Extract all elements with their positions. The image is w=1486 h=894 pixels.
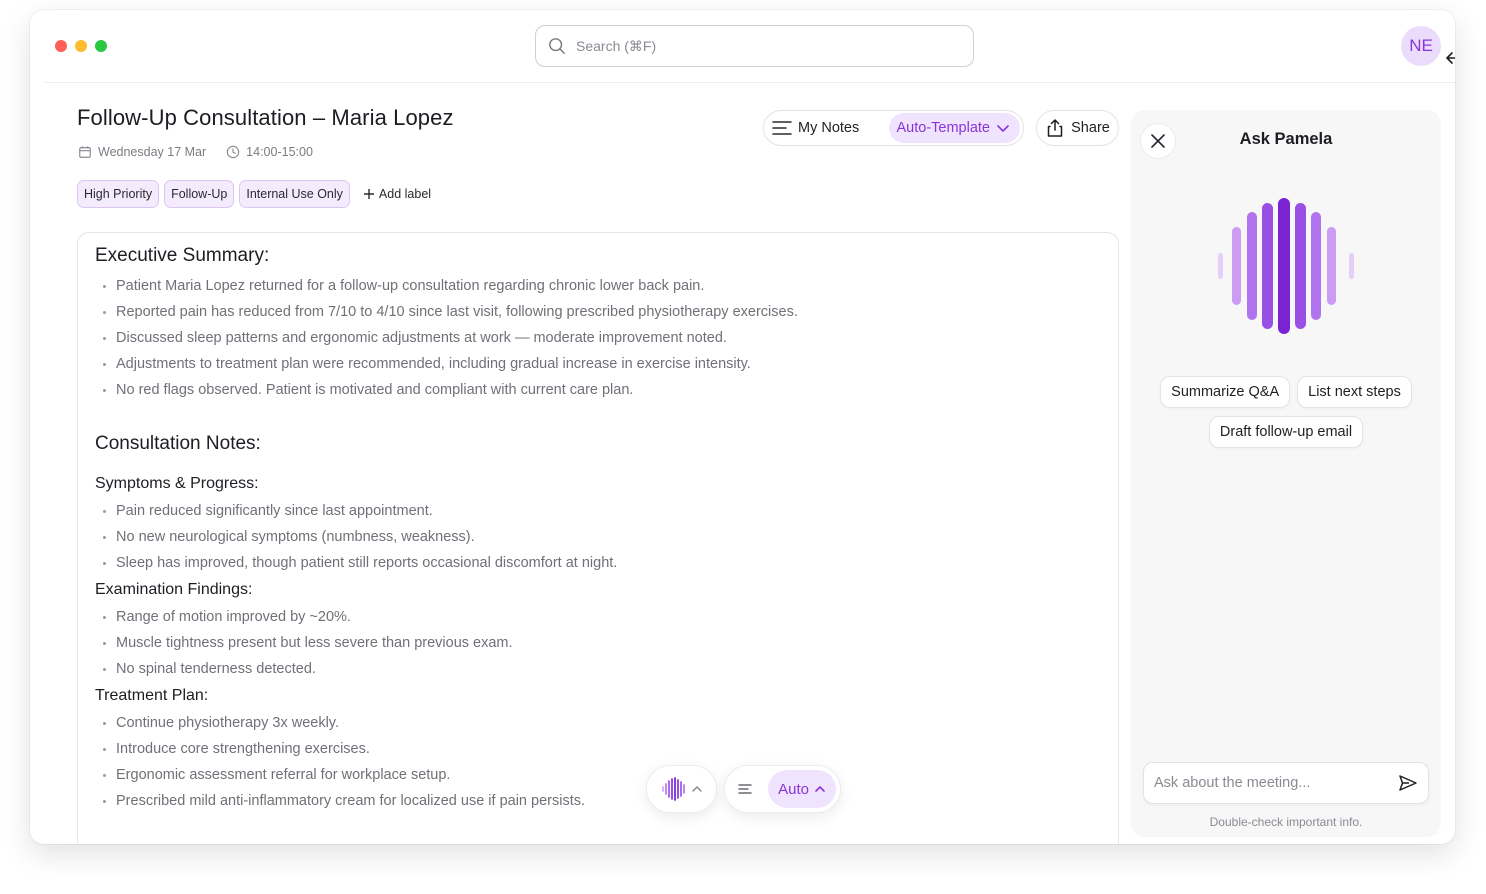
label-chip[interactable]: Follow-Up: [164, 180, 235, 208]
mode-label: Auto: [778, 780, 809, 798]
list-item: Sleep has improved, though patient still…: [95, 550, 1101, 576]
list-item: Adjustments to treatment plan were recom…: [95, 351, 1101, 377]
subsection-heading: Treatment Plan:: [95, 687, 209, 704]
chevron-up-icon: [691, 786, 702, 792]
chevron-up-icon: [815, 786, 825, 792]
window-controls: [55, 40, 107, 52]
subsection-heading: Symptoms & Progress:: [95, 475, 259, 492]
suggestion-chip[interactable]: Draft follow-up email: [1208, 416, 1364, 448]
label-chip[interactable]: Internal Use Only: [239, 180, 350, 208]
menu-lines-icon: [772, 121, 792, 135]
suggestion-chip[interactable]: Summarize Q&A: [1160, 376, 1291, 408]
list-item: No new neurological symptoms (numbness, …: [95, 524, 1101, 550]
list-item: Range of motion improved by ~20%.: [95, 604, 1101, 630]
list-item: Prescribed mild anti-inflammatory cream …: [95, 788, 1101, 814]
note-content[interactable]: Executive Summary: Patient Maria Lopez r…: [77, 232, 1119, 844]
list-item: No red flags observed. Patient is motiva…: [95, 377, 1101, 403]
list-item: Pain reduced significantly since last ap…: [95, 498, 1101, 524]
notes-template-switcher: My Notes Auto-Template: [763, 110, 1024, 146]
list-item: Discussed sleep patterns and ergonomic a…: [95, 325, 1101, 351]
send-icon[interactable]: [1398, 773, 1418, 793]
list-item: Introduce core strengthening exercises.: [95, 736, 1101, 762]
search-bar[interactable]: Search (⌘F): [535, 25, 974, 67]
assistant-panel: Ask Pamela Summarize Q&A List next steps…: [1131, 110, 1441, 837]
list-item: Continue physiotherapy 3x weekly.: [95, 710, 1101, 736]
ask-input[interactable]: [1154, 775, 1398, 791]
ask-input-container: [1143, 762, 1429, 804]
search-icon: [549, 38, 565, 54]
suggestion-chip[interactable]: List next steps: [1297, 376, 1412, 408]
examination-list: Range of motion improved by ~20%. Muscle…: [95, 604, 1101, 682]
template-label: Auto-Template: [896, 120, 991, 136]
list-item: Reported pain has reduced from 7/10 to 4…: [95, 299, 1101, 325]
mode-bar: Auto: [724, 765, 841, 813]
app-window: Search (⌘F) NE Follow-Up Consultation – …: [30, 10, 1455, 844]
arrow-left-icon[interactable]: [1443, 50, 1455, 66]
share-button[interactable]: Share: [1036, 110, 1119, 146]
symptoms-list: Pain reduced significantly since last ap…: [95, 498, 1101, 576]
note-time: 14:00-15:00: [246, 145, 313, 159]
chevron-down-icon: [997, 125, 1009, 132]
voice-wave-icon: [661, 777, 685, 801]
zoom-window-button[interactable]: [95, 40, 107, 52]
suggestion-list: Summarize Q&A List next steps Draft foll…: [1131, 376, 1441, 448]
note-date: Wednesday 17 Mar: [98, 145, 207, 159]
subsection-heading: Examination Findings:: [95, 581, 253, 598]
menu-lines-icon[interactable]: [737, 781, 753, 797]
section-heading: Consultation Notes:: [95, 433, 261, 454]
note-title[interactable]: Follow-Up Consultation – Maria Lopez: [77, 105, 454, 131]
add-label-button[interactable]: Add label: [363, 187, 431, 201]
voice-wave-icon: [1218, 198, 1354, 334]
list-item: Ergonomic assessment referral for workpl…: [95, 762, 1101, 788]
mode-dropdown[interactable]: Auto: [768, 770, 836, 808]
my-notes-button[interactable]: My Notes: [770, 120, 867, 136]
my-notes-label: My Notes: [798, 120, 860, 136]
executive-summary-list: Patient Maria Lopez returned for a follo…: [95, 273, 1101, 403]
list-item: No spinal tenderness detected.: [95, 656, 1101, 682]
treatment-list: Continue physiotherapy 3x weekly. Introd…: [95, 710, 1101, 814]
list-item: Patient Maria Lopez returned for a follo…: [95, 273, 1101, 299]
list-item: Muscle tightness present but less severe…: [95, 630, 1101, 656]
disclaimer-text: Double-check important info.: [1209, 815, 1363, 829]
label-list: High Priority Follow-Up Internal Use Onl…: [77, 180, 431, 208]
minimize-window-button[interactable]: [75, 40, 87, 52]
recording-button[interactable]: [646, 765, 717, 813]
template-dropdown[interactable]: Auto-Template: [888, 113, 1020, 143]
label-chip[interactable]: High Priority: [77, 180, 160, 208]
close-window-button[interactable]: [55, 40, 67, 52]
avatar-initials: NE: [1409, 36, 1433, 55]
add-label-text: Add label: [378, 187, 432, 201]
plus-icon: [363, 189, 374, 199]
section-heading: Executive Summary:: [95, 245, 270, 266]
share-icon: [1047, 119, 1063, 137]
note-meta: Wednesday 17 Mar 14:00-15:00: [78, 145, 313, 159]
calendar-icon: [79, 146, 91, 158]
header-divider: [44, 82, 1455, 83]
clock-icon: [226, 145, 240, 159]
share-label: Share: [1071, 120, 1110, 136]
assistant-title: Ask Pamela: [1239, 130, 1333, 148]
user-avatar[interactable]: NE: [1401, 26, 1441, 66]
search-placeholder: Search (⌘F): [576, 37, 657, 54]
